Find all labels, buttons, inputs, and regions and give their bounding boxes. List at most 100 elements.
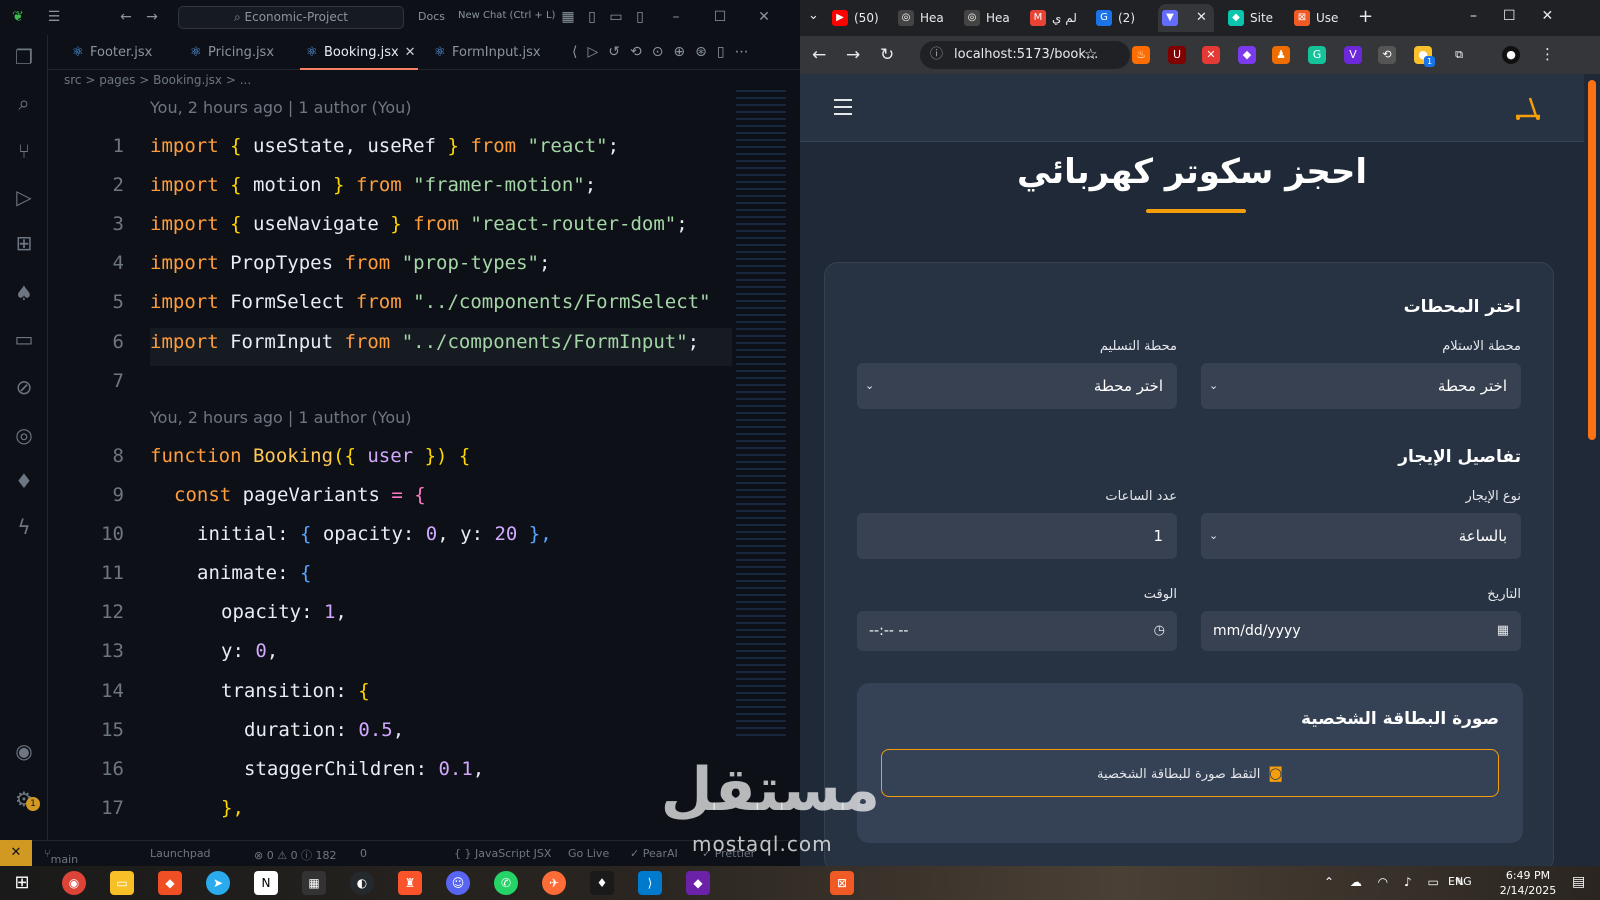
code-line[interactable]: import { useNavigate } from "react-route…	[150, 213, 688, 235]
folder-icon[interactable]: ▭	[12, 327, 36, 351]
postman-icon[interactable]: ✈	[542, 871, 566, 895]
ext-purple-icon[interactable]: ◆	[1238, 46, 1256, 64]
browser-tab-site[interactable]: ◆ Site	[1224, 4, 1273, 32]
xampp-icon[interactable]: ⊠	[830, 871, 854, 895]
browser-tab-youtube[interactable]: ▶ (50)	[828, 4, 879, 32]
code-line[interactable]: import FormSelect from "../components/Fo…	[150, 291, 711, 313]
remote-indicator-icon[interactable]: ✕	[0, 840, 32, 866]
ports-status[interactable]: 0	[360, 847, 367, 860]
close-tab-icon[interactable]: ✕	[405, 45, 416, 60]
code-line[interactable]: initial: { opacity: 0, y: 20 },	[197, 523, 552, 545]
code-line[interactable]: staggerChildren: 0.1,	[244, 758, 484, 780]
git-blame-annotation[interactable]: You, 2 hours ago | 1 author (You)	[150, 98, 412, 117]
pear-icon[interactable]: ♠	[12, 281, 36, 305]
ext-vue-icon[interactable]: V	[1344, 46, 1362, 64]
window-controls[interactable]: –☐✕	[1470, 8, 1579, 24]
code-line[interactable]: import { motion } from "framer-motion";	[150, 174, 596, 196]
code-line[interactable]: transition: {	[221, 680, 370, 702]
notion-icon[interactable]: N	[254, 871, 278, 895]
layout-icon[interactable]: ▦	[560, 9, 576, 25]
docs-button[interactable]: Docs	[418, 10, 445, 23]
grammarly-icon[interactable]: G	[1308, 46, 1326, 64]
input-language[interactable]: ENG	[1448, 875, 1472, 888]
tab-footer[interactable]: ⚛ Footer.jsx	[66, 35, 152, 70]
explorer-icon[interactable]: ❐	[12, 45, 36, 69]
sidebar-toggle-icon[interactable]: ▯	[584, 9, 600, 25]
site-info-icon[interactable]: ⓘ	[930, 41, 943, 69]
branch-status[interactable]: ⑂ main	[44, 847, 78, 866]
browser-tab-chatgpt-2[interactable]: ◎ Hea	[960, 4, 1010, 32]
close-tab-icon[interactable]: ✕	[1196, 4, 1207, 32]
forward-icon[interactable]: →	[846, 45, 860, 65]
browser-tab-gmail[interactable]: M لم ي	[1026, 4, 1077, 32]
minimap[interactable]	[736, 90, 786, 740]
time-input[interactable]: --:-- -- ◷	[857, 611, 1177, 651]
app-icon[interactable]: ♦	[590, 871, 614, 895]
rental-type-select[interactable]: بالساعة ⌄	[1201, 513, 1521, 559]
ublock-icon[interactable]: U	[1168, 46, 1186, 64]
secondary-sidebar-icon[interactable]: ▯	[632, 9, 648, 25]
reload-icon[interactable]: ↻	[880, 45, 894, 65]
code-line[interactable]: y: 0,	[221, 640, 278, 662]
tab-search-icon[interactable]: ⌄	[808, 8, 819, 23]
bookmark-star-icon[interactable]: ☆	[1084, 45, 1097, 63]
taskbar-clock[interactable]: 6:49 PM 2/14/2025	[1488, 868, 1568, 898]
menu-icon[interactable]: ☰	[46, 9, 62, 25]
telegram-icon[interactable]: ➤	[206, 871, 230, 895]
back-icon[interactable]: ←	[812, 45, 826, 65]
extensions-puzzle-icon[interactable]: ⧉	[1450, 46, 1468, 64]
discord-icon[interactable]: ☺	[446, 871, 470, 895]
tab-forminput[interactable]: ⚛ FormInput.jsx	[428, 35, 541, 70]
ext-fire-icon[interactable]: ♨	[1132, 46, 1150, 64]
extensions-icon[interactable]: ⊞	[12, 231, 36, 255]
search-icon[interactable]: ⌕	[12, 91, 36, 115]
language-mode[interactable]: { } JavaScript JSX	[454, 847, 551, 860]
pearai-status[interactable]: ✓ PearAI	[630, 847, 678, 860]
brave-icon[interactable]: ♜	[398, 871, 422, 895]
browser-tab-use[interactable]: ⊠ Use	[1290, 4, 1338, 32]
hamburger-menu-icon[interactable]	[834, 99, 852, 115]
code-line[interactable]: },	[221, 797, 244, 819]
capture-id-button[interactable]: ◙ التقط صورة للبطاقة الشخصية	[881, 749, 1499, 797]
code-line[interactable]: duration: 0.5,	[244, 719, 404, 741]
source-control-icon[interactable]: ⑂	[12, 139, 36, 163]
launchpad-status[interactable]: Launchpad	[150, 847, 211, 860]
ext-pdf-icon[interactable]: ✕	[1202, 46, 1220, 64]
browser-tab-chatgpt-1[interactable]: ◎ Hea	[894, 4, 944, 32]
windows-start-icon[interactable]: ⊞	[10, 871, 34, 895]
tab-pricing[interactable]: ⚛ Pricing.jsx	[184, 35, 274, 70]
hours-input[interactable]: 1	[857, 513, 1177, 559]
app-icon[interactable]: ◆	[686, 871, 710, 895]
whatsapp-icon[interactable]: ✆	[494, 871, 518, 895]
page-scrollbar[interactable]	[1584, 74, 1600, 866]
problems-status[interactable]: ⊗ 0 ⚠ 0 ⓘ 182	[254, 847, 337, 863]
account-icon[interactable]: ◉	[12, 739, 36, 763]
browser-menu-icon[interactable]: ⋮	[1540, 45, 1555, 63]
browser-tab-2[interactable]: G (2)	[1092, 4, 1135, 32]
clock-icon[interactable]: ◷	[1154, 611, 1165, 651]
profile-avatar[interactable]: ●	[1502, 46, 1520, 64]
code-line[interactable]: import PropTypes from "prop-types";	[150, 252, 550, 274]
scooter-logo-icon[interactable]	[1510, 94, 1546, 122]
notification-icon[interactable]: ▤	[1572, 874, 1585, 890]
address-bar[interactable]: ⓘ localhost:5173/book...	[920, 41, 1130, 69]
leaf-icon[interactable]: ♦	[12, 469, 36, 493]
app-grid-icon[interactable]: ▦	[302, 871, 326, 895]
new-chat-button[interactable]: New Chat (Ctrl + L)	[458, 10, 555, 21]
ext-rotate-icon[interactable]: ⟲	[1378, 46, 1396, 64]
date-input[interactable]: mm/dd/yyyy ▦	[1201, 611, 1521, 651]
code-line[interactable]: animate: {	[197, 562, 311, 584]
maximize-icon[interactable]: ☐	[712, 9, 728, 25]
command-center-search[interactable]: ⌕ Economic-Project	[178, 6, 404, 29]
git-blame-annotation[interactable]: You, 2 hours ago | 1 author (You)	[150, 408, 412, 427]
chrome-icon[interactable]: ◉	[62, 871, 86, 895]
breadcrumb[interactable]: src > pages > Booking.jsx > ...	[64, 73, 251, 87]
code-line[interactable]: import { useState, useRef } from "react"…	[150, 135, 619, 157]
code-line[interactable]: import FormInput from "../components/For…	[150, 331, 699, 353]
run-debug-icon[interactable]: ▷	[12, 185, 36, 209]
file-explorer-icon[interactable]: ▭	[110, 871, 134, 895]
vscode-taskbar-icon[interactable]: ⟩	[638, 871, 662, 895]
back-arrow-icon[interactable]: ←	[118, 9, 134, 25]
github-icon[interactable]: ◐	[350, 871, 374, 895]
code-line[interactable]: function Booking({ user }) {	[150, 445, 470, 467]
